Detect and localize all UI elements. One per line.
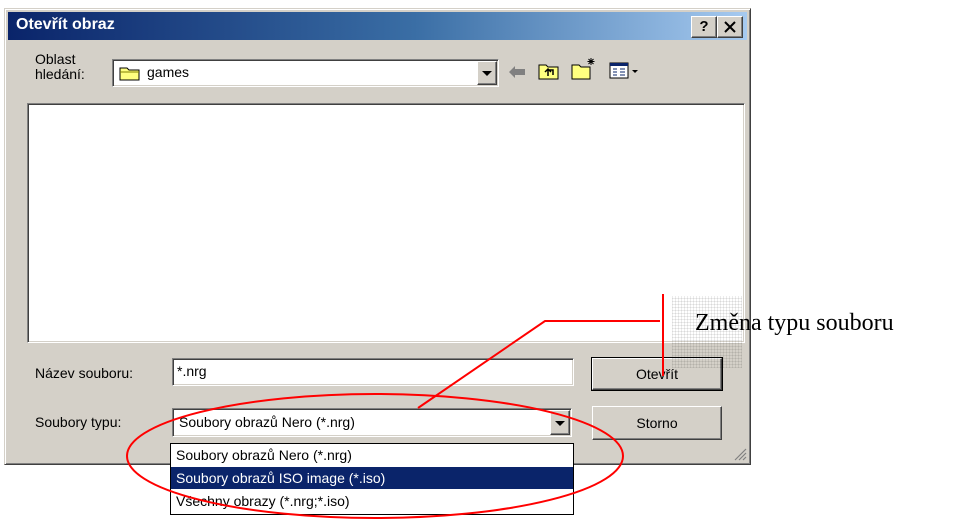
annotation-pointer-line [417, 320, 660, 409]
annotation-text: Změna typu souboru [695, 310, 894, 336]
annotation-ellipse [126, 393, 624, 519]
annotation-overlay [126, 294, 664, 519]
